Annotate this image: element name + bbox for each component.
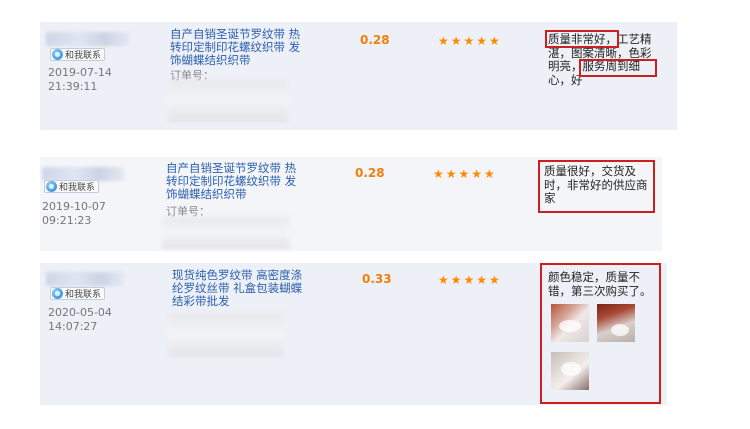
chat-bubble-icon bbox=[52, 288, 63, 299]
highlight-box-service bbox=[579, 59, 657, 77]
review-text: 颜色稳定，质量不 错，第三次购买了。 bbox=[548, 270, 652, 298]
star-rating: ★★★★★ bbox=[438, 273, 502, 287]
star-rating: ★★★★★ bbox=[433, 167, 497, 181]
product-link[interactable]: 自产自销圣诞节罗纹带 热 转印定制印花螺纹织带 发 饰蝴蝶结织织带 bbox=[166, 162, 296, 201]
chat-bubble-icon bbox=[46, 181, 57, 192]
chat-bubble-icon bbox=[52, 49, 63, 60]
unit-price: 0.33 bbox=[362, 272, 392, 286]
buyer-name-blurred bbox=[46, 32, 130, 46]
contact-button[interactable]: 和我联系 bbox=[44, 180, 100, 193]
buyer-name-blurred bbox=[42, 167, 124, 181]
unit-price: 0.28 bbox=[360, 33, 390, 47]
review-row: 和我联系 2019-10-07 09:21:23 自产自销圣诞节罗纹带 热 转印… bbox=[40, 157, 662, 251]
star-rating: ★★★★★ bbox=[438, 34, 502, 48]
buyer-name-blurred bbox=[46, 272, 124, 286]
review-row: 和我联系 2020-05-04 14:07:27 现货纯色罗纹带 高密度涤 纶罗… bbox=[40, 263, 667, 405]
highlight-box-quality bbox=[545, 30, 619, 48]
order-number-blurred bbox=[168, 80, 288, 122]
review-photo-thumbnail[interactable] bbox=[551, 352, 589, 390]
contact-button-label: 和我联系 bbox=[65, 51, 102, 61]
review-list: 和我联系 2019-07-14 21:39:11 自产自销圣诞节罗纹带 热 转印… bbox=[0, 0, 750, 429]
contact-button-label: 和我联系 bbox=[65, 290, 102, 300]
contact-button[interactable]: 和我联系 bbox=[50, 287, 106, 300]
review-text: 质量很好，交货及 时，非常好的供应商 家 bbox=[544, 164, 648, 205]
order-number-blurred bbox=[162, 217, 290, 249]
review-date: 2019-10-07 bbox=[42, 200, 106, 213]
review-date: 2019-07-14 bbox=[48, 66, 112, 79]
review-row: 和我联系 2019-07-14 21:39:11 自产自销圣诞节罗纹带 热 转印… bbox=[40, 22, 677, 130]
review-time: 14:07:27 bbox=[48, 320, 98, 333]
review-photo-thumbnail[interactable] bbox=[597, 304, 635, 342]
order-number-blurred bbox=[168, 313, 284, 357]
contact-button[interactable]: 和我联系 bbox=[50, 48, 106, 61]
review-time: 21:39:11 bbox=[48, 80, 98, 93]
contact-button-label: 和我联系 bbox=[59, 183, 96, 193]
product-link[interactable]: 自产自销圣诞节罗纹带 热 转印定制印花螺纹织带 发 饰蝴蝶结织织带 bbox=[170, 28, 300, 67]
review-time: 09:21:23 bbox=[42, 214, 92, 227]
review-photo-thumbnail[interactable] bbox=[551, 304, 589, 342]
review-date: 2020-05-04 bbox=[48, 306, 112, 319]
product-link[interactable]: 现货纯色罗纹带 高密度涤 纶罗纹丝带 礼盒包装蝴蝶 结彩带批发 bbox=[172, 269, 302, 308]
unit-price: 0.28 bbox=[355, 166, 385, 180]
